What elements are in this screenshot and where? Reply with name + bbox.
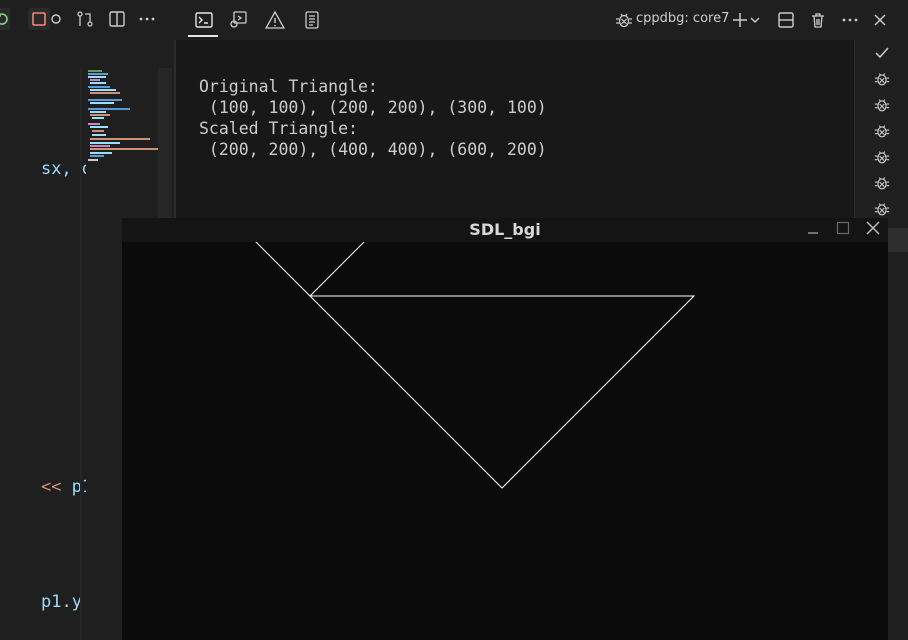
terminal-name[interactable]: cppdbg: core7: [636, 11, 729, 26]
debug-icon: [874, 99, 890, 112]
debug-toolbar: [0, 0, 176, 40]
more-actions-button[interactable]: [838, 8, 862, 32]
terminal-list-scrollbar[interactable]: [888, 228, 908, 252]
close-window-button[interactable]: [862, 220, 884, 240]
terminal-output-line: (200, 200), (400, 400), (600, 200): [199, 140, 547, 159]
compare-changes-icon[interactable]: [74, 8, 96, 30]
sdl-window-title: SDL_bgi: [469, 220, 541, 239]
terminal-list-item[interactable]: [871, 94, 893, 116]
debug-icon: [874, 73, 890, 86]
tab-terminal[interactable]: [192, 8, 216, 32]
sdl-window[interactable]: SDL_bgi: [122, 218, 888, 640]
debug-icon: [874, 151, 890, 164]
kill-terminal-button[interactable]: [806, 8, 830, 32]
sdl-titlebar[interactable]: SDL_bgi: [122, 218, 888, 242]
tab-output[interactable]: [300, 8, 324, 32]
terminal-list-item-check[interactable]: [871, 42, 893, 64]
minimize-button[interactable]: [802, 220, 824, 240]
warning-icon: [265, 10, 285, 29]
terminal-list-item[interactable]: [871, 120, 893, 142]
tab-debug-console[interactable]: [226, 8, 250, 32]
terminal-icon: [195, 12, 213, 28]
debug-icon: [874, 203, 890, 216]
terminal-list-item[interactable]: [871, 146, 893, 168]
split-icon: [778, 12, 794, 28]
output-icon: [305, 11, 319, 29]
maximize-icon: [836, 221, 850, 235]
split-terminal-button[interactable]: [774, 8, 798, 32]
more-actions-icon[interactable]: [136, 8, 158, 30]
maximize-button[interactable]: [832, 220, 854, 240]
gear-icon[interactable]: [48, 8, 62, 30]
debug-icon: [874, 125, 890, 138]
editor-divider: [80, 68, 82, 640]
ellipsis-icon: [842, 18, 858, 22]
original-triangle: [255, 242, 365, 297]
debug-session-icon: [612, 8, 636, 32]
debug-console-icon: [230, 11, 247, 28]
editor-text-area[interactable]: sx, doub << p1.y < p1.y <<: [0, 68, 133, 640]
plus-icon: [733, 13, 747, 27]
terminal-profiles-dropdown[interactable]: [748, 8, 762, 32]
terminal-list-item[interactable]: [871, 172, 893, 194]
debug-icon: [874, 177, 890, 190]
sdl-canvas[interactable]: [122, 242, 888, 640]
stop-icon[interactable]: [28, 8, 50, 30]
close-icon: [866, 221, 880, 235]
close-icon: [874, 14, 886, 26]
terminal-list-item[interactable]: [871, 68, 893, 90]
close-panel-button[interactable]: [868, 8, 892, 32]
panel-header: cppdbg: core7: [176, 0, 908, 40]
terminal-output-line: (100, 100), (200, 200), (300, 100): [199, 98, 547, 117]
check-icon: [875, 47, 889, 59]
split-editor-icon[interactable]: [106, 8, 128, 30]
scaled-triangle: [308, 295, 696, 489]
terminal-list-item[interactable]: [871, 198, 893, 220]
trash-icon: [812, 13, 824, 28]
minimize-icon: [808, 232, 818, 234]
terminal-output-line: Original Triangle:: [199, 77, 378, 96]
tab-problems[interactable]: [263, 8, 287, 32]
chevron-down-icon: [750, 17, 760, 23]
terminal-output-line: Scaled Triangle:: [199, 119, 358, 138]
active-tab-indicator: [188, 35, 218, 37]
restart-icon[interactable]: [0, 8, 10, 30]
